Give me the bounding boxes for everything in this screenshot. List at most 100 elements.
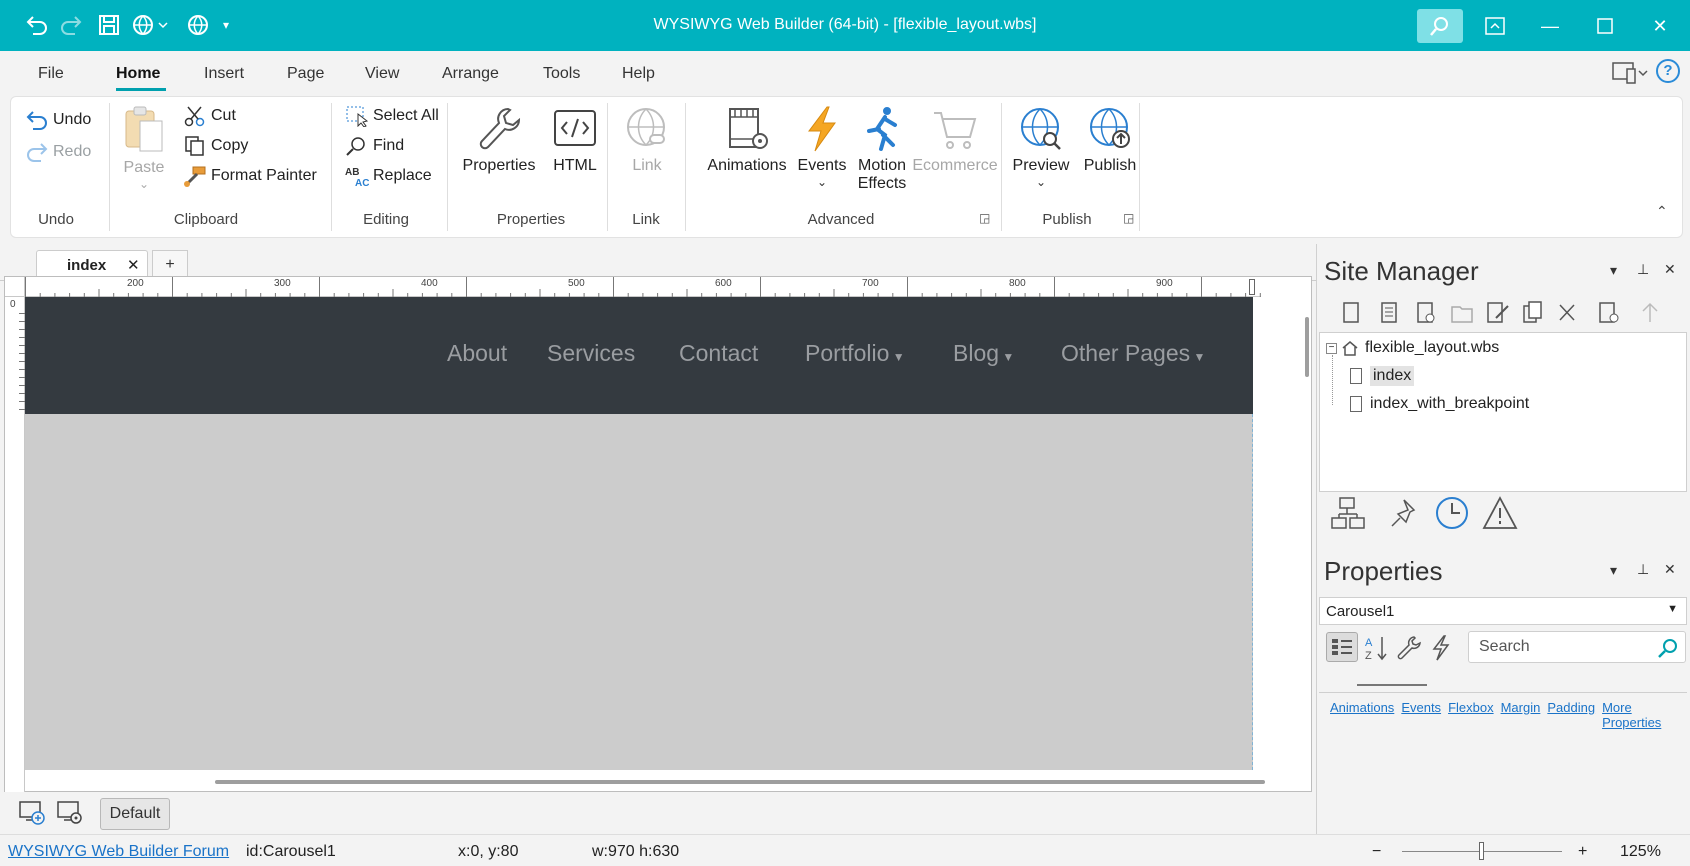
link-animations[interactable]: Animations	[1330, 700, 1394, 730]
sort-az-icon[interactable]: AZ	[1364, 634, 1390, 667]
help-icon[interactable]: ?	[1656, 59, 1680, 83]
link-margin[interactable]: Margin	[1501, 700, 1541, 730]
group-label-advanced: Advanced	[807, 211, 875, 228]
publish-button[interactable]: Publish	[1077, 105, 1143, 175]
maximize-button[interactable]	[1582, 8, 1628, 44]
link-events[interactable]: Events	[1401, 700, 1441, 730]
format-painter-button[interactable]: Format Painter	[183, 165, 317, 187]
link-button[interactable]: Link	[619, 105, 675, 175]
animations-button[interactable]: Animations	[695, 105, 799, 175]
cut-button[interactable]: Cut	[183, 105, 236, 127]
html-button[interactable]: HTML	[545, 105, 605, 175]
ruler-handle[interactable]	[1249, 279, 1255, 295]
separator	[1139, 103, 1140, 231]
object-selector[interactable]: Carousel1 ▼	[1319, 597, 1687, 625]
collapse-ribbon-icon[interactable]: ⌃	[1656, 203, 1668, 220]
zoom-in-button[interactable]: +	[1578, 843, 1587, 861]
close-panel-icon[interactable]: ✕	[1664, 561, 1676, 578]
pin-icon[interactable]: ⊥	[1637, 561, 1649, 578]
zoom-slider-thumb[interactable]	[1479, 842, 1484, 860]
close-tab-icon[interactable]: ✕	[127, 256, 140, 274]
minimize-button[interactable]: —	[1527, 8, 1573, 44]
page-properties-icon[interactable]	[1381, 302, 1397, 323]
motion-effects-button[interactable]: Motion Effects	[851, 105, 913, 193]
tab-home[interactable]: Home	[116, 65, 160, 83]
tree-page-index-with-breakpoint[interactable]: index_with_breakpoint	[1350, 395, 1529, 413]
horizontal-scrollbar[interactable]	[215, 780, 1265, 784]
replace-button[interactable]: AB AC Replace	[345, 165, 432, 187]
carousel[interactable]	[25, 414, 1253, 770]
preview-button[interactable]: Preview ⌄	[1009, 105, 1073, 189]
nav-item-services[interactable]: Services	[547, 340, 635, 367]
link-flexbox[interactable]: Flexbox	[1448, 700, 1494, 730]
horizontal-ruler[interactable]: 200 300 400 500 600 700 800 900	[25, 277, 1261, 297]
tab-file[interactable]: File	[38, 65, 64, 83]
link-page-icon[interactable]	[1417, 302, 1435, 323]
panel-options-icon[interactable]: ▾	[1610, 562, 1617, 579]
tab-arrange[interactable]: Arrange	[442, 65, 499, 83]
panel-options-icon[interactable]: ▾	[1610, 262, 1617, 279]
ribbon-display-icon[interactable]	[1472, 8, 1518, 44]
zoom-out-button[interactable]: −	[1372, 843, 1381, 861]
tab-tools[interactable]: Tools	[543, 65, 580, 83]
forum-link[interactable]: WYSIWYG Web Builder Forum	[8, 843, 229, 861]
folder-icon[interactable]	[1451, 306, 1473, 323]
ecommerce-button[interactable]: Ecommerce	[911, 105, 999, 175]
new-page-icon[interactable]	[1343, 302, 1359, 323]
move-up-icon[interactable]	[1642, 302, 1658, 322]
property-grid[interactable]	[1319, 670, 1687, 694]
redo-button[interactable]: Redo	[25, 141, 91, 163]
dialog-launcher-icon[interactable]: ◲	[979, 211, 990, 225]
divider	[1319, 692, 1687, 693]
close-panel-icon[interactable]: ✕	[1664, 261, 1676, 278]
nav-item-portfolio[interactable]: Portfolio ▼	[805, 340, 905, 367]
svg-text:AB: AB	[345, 167, 359, 178]
edit-page-icon[interactable]	[1487, 302, 1509, 323]
tab-view[interactable]: View	[365, 65, 399, 83]
paste-button[interactable]: Paste ⌄	[119, 105, 169, 191]
page-settings-icon[interactable]	[1599, 302, 1619, 323]
nav-item-about[interactable]: About	[447, 340, 507, 367]
properties-search-input[interactable]: Search	[1468, 631, 1686, 663]
warning-icon[interactable]	[1482, 496, 1518, 529]
nav-item-other-pages[interactable]: Other Pages ▼	[1061, 340, 1205, 367]
default-breakpoint-button[interactable]: Default	[100, 798, 170, 830]
select-all-button[interactable]: Select All	[345, 105, 439, 127]
link-more-properties[interactable]: More Properties	[1602, 700, 1690, 730]
undo-button[interactable]: Undo	[25, 109, 91, 131]
collapse-icon[interactable]: −	[1326, 342, 1337, 354]
tree-page-index[interactable]: index	[1350, 366, 1415, 386]
close-button[interactable]: ✕	[1637, 8, 1683, 44]
copy-button[interactable]: Copy	[183, 135, 248, 157]
delete-page-icon[interactable]	[1559, 304, 1575, 321]
tree-root[interactable]: − flexible_layout.wbs	[1326, 339, 1499, 357]
dialog-launcher-icon[interactable]: ◲	[1123, 211, 1134, 225]
vertical-scrollbar[interactable]	[1305, 317, 1309, 377]
duplicate-page-icon[interactable]	[1523, 301, 1542, 323]
tab-page[interactable]: Page	[287, 65, 324, 83]
navbar[interactable]: About Services Contact Portfolio ▼ Blog …	[25, 297, 1253, 414]
design-canvas[interactable]: 200 300 400 500 600 700 800 900 0 About …	[4, 276, 1312, 792]
categorized-view-button[interactable]	[1326, 632, 1358, 662]
link-padding[interactable]: Padding	[1547, 700, 1595, 730]
device-view-icon[interactable]	[1612, 61, 1648, 90]
breakpoint-settings-icon[interactable]	[56, 800, 84, 831]
sitemap-icon[interactable]	[1331, 497, 1365, 529]
search-button[interactable]	[1417, 9, 1463, 43]
separator	[447, 103, 448, 231]
nav-item-contact[interactable]: Contact	[679, 340, 758, 367]
pin-icon[interactable]	[1391, 499, 1416, 527]
events-lightning-icon[interactable]	[1428, 634, 1454, 667]
wrench-icon[interactable]	[1396, 634, 1422, 667]
find-button[interactable]: Find	[345, 135, 404, 157]
events-button[interactable]: Events ⌄	[797, 105, 847, 189]
clock-icon[interactable]	[1436, 497, 1468, 529]
add-page-icon[interactable]	[18, 800, 46, 831]
vertical-ruler[interactable]: 0	[5, 297, 25, 792]
properties-button[interactable]: Properties	[461, 105, 537, 175]
panel-splitter[interactable]	[1316, 244, 1317, 834]
nav-item-blog[interactable]: Blog ▼	[953, 340, 1014, 367]
tab-help[interactable]: Help	[622, 65, 655, 83]
tab-insert[interactable]: Insert	[204, 65, 244, 83]
pin-icon[interactable]: ⊥	[1637, 261, 1649, 278]
